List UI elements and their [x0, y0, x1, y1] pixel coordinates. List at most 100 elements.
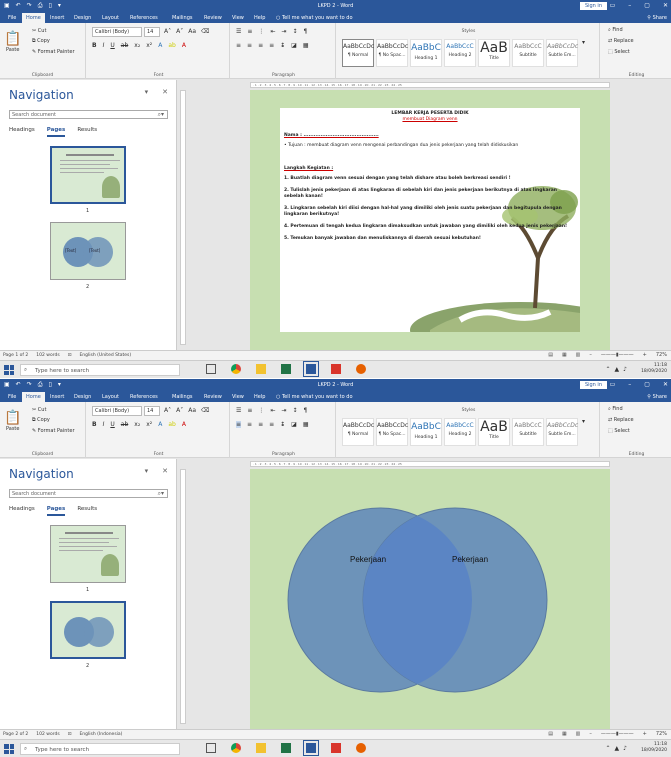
- tab-results[interactable]: Results: [77, 127, 97, 135]
- chrome-icon[interactable]: [231, 743, 241, 753]
- language-label[interactable]: English (United States): [79, 353, 131, 358]
- tab-mailings[interactable]: Mailings: [168, 392, 197, 402]
- taskbar-search-input[interactable]: ⌕ Type here to search: [20, 364, 180, 376]
- share-button[interactable]: ⚲ Share: [647, 394, 667, 400]
- bullets-icon[interactable]: ☰: [236, 407, 241, 414]
- style-heading-2[interactable]: AaBbCcC Heading 2: [444, 418, 476, 446]
- align-center-icon[interactable]: ≡: [247, 421, 252, 428]
- tab-review[interactable]: Review: [200, 13, 226, 23]
- zoom-slider[interactable]: ———▮———: [601, 352, 634, 358]
- share-button[interactable]: ⚲ Share: [647, 15, 667, 21]
- multilevel-icon[interactable]: ⋮: [258, 28, 264, 35]
- shading-icon[interactable]: ◪: [291, 42, 297, 49]
- highlight-icon[interactable]: ab: [168, 42, 176, 49]
- paste-button[interactable]: 📋 Paste: [4, 410, 21, 432]
- search-icon[interactable]: ⌕▾: [158, 111, 164, 119]
- pilcrow-icon[interactable]: ¶: [304, 28, 308, 35]
- underline-icon[interactable]: U: [110, 421, 114, 428]
- style-normal[interactable]: AaBbCcDc ¶ Normal: [342, 39, 374, 67]
- taskbar-search-input[interactable]: ⌕ Type here to search: [20, 743, 180, 755]
- tab-references[interactable]: References: [126, 392, 162, 402]
- windows-start-icon[interactable]: [4, 744, 14, 754]
- tab-help[interactable]: Help: [250, 392, 269, 402]
- font-name-select[interactable]: Calibri (Body): [92, 27, 142, 37]
- acrobat-icon[interactable]: [331, 364, 341, 374]
- firefox-icon[interactable]: [356, 364, 366, 374]
- sort-icon[interactable]: ↕: [292, 28, 297, 35]
- task-view-icon[interactable]: [206, 743, 216, 753]
- style-heading-1[interactable]: AaBbC Heading 1: [410, 418, 442, 446]
- maximize-icon[interactable]: ▢: [644, 381, 650, 388]
- tab-pages[interactable]: Pages: [46, 506, 66, 516]
- tab-references[interactable]: References: [126, 13, 162, 23]
- style-subtitle[interactable]: AaBbCcC Subtitle: [512, 418, 544, 446]
- replace-button[interactable]: ⇄ Replace: [608, 417, 634, 423]
- highlight-icon[interactable]: ab: [168, 421, 176, 428]
- grow-font-icon[interactable]: A˄: [164, 28, 171, 35]
- cut-button[interactable]: ✂ Cut: [32, 407, 46, 413]
- decrease-indent-icon[interactable]: ⇤: [270, 407, 275, 414]
- page-thumbnail-2[interactable]: [50, 601, 126, 659]
- tray-up-icon[interactable]: ⌃: [606, 745, 611, 752]
- pane-options-icon[interactable]: ▾: [145, 467, 149, 475]
- copy-button[interactable]: ⧉ Copy: [32, 417, 50, 423]
- tell-me-search[interactable]: ○ Tell me what you want to do: [272, 392, 357, 402]
- font-name-select[interactable]: Calibri (Body): [92, 406, 142, 416]
- tab-layout[interactable]: Layout: [98, 392, 123, 402]
- document-page-2[interactable]: Pekerjaan Pekerjaan: [250, 469, 610, 729]
- bold-icon[interactable]: B: [92, 42, 97, 49]
- word-count[interactable]: 102 words: [36, 353, 59, 358]
- font-size-select[interactable]: 14: [144, 27, 160, 37]
- tab-layout[interactable]: Layout: [98, 13, 123, 23]
- pane-options-icon[interactable]: ▾: [145, 88, 149, 96]
- sign-in-button[interactable]: Sign in: [579, 381, 607, 389]
- print-layout-icon[interactable]: ▦: [562, 352, 567, 358]
- find-button[interactable]: ⌕ Find: [608, 406, 623, 412]
- increase-indent-icon[interactable]: ⇥: [281, 28, 286, 35]
- proofing-icon[interactable]: ⊡: [68, 353, 72, 358]
- file-explorer-icon[interactable]: [256, 743, 266, 753]
- close-icon[interactable]: ✕: [663, 2, 668, 9]
- page-count[interactable]: Page 2 of 2: [3, 732, 28, 737]
- taskbar-clock[interactable]: 11:18 18/09/2020: [641, 363, 667, 375]
- task-view-icon[interactable]: [206, 364, 216, 374]
- zoom-slider[interactable]: ———▮———: [601, 731, 634, 737]
- search-document-input[interactable]: Search document ⌕▾: [9, 489, 168, 498]
- tab-view[interactable]: View: [228, 13, 248, 23]
- tab-design[interactable]: Design: [70, 392, 95, 402]
- vertical-ruler[interactable]: [180, 90, 186, 345]
- language-label[interactable]: English (Indonesia): [79, 732, 122, 737]
- close-pane-icon[interactable]: ✕: [162, 88, 168, 96]
- change-case-icon[interactable]: Aa: [188, 407, 196, 414]
- vertical-ruler[interactable]: [180, 469, 186, 724]
- font-color-icon[interactable]: A: [182, 42, 186, 49]
- tab-headings[interactable]: Headings: [9, 506, 35, 514]
- style-title[interactable]: AaB Title: [478, 39, 510, 67]
- style-no-spacing[interactable]: AaBbCcDc ¶ No Spac...: [376, 39, 408, 67]
- grow-font-icon[interactable]: A˄: [164, 407, 171, 414]
- tray-up-icon[interactable]: ⌃: [606, 366, 611, 373]
- document-page-1[interactable]: LEMBAR KERJA PESERTA DIDIK membuat Diagr…: [250, 90, 610, 350]
- zoom-out-icon[interactable]: –: [589, 352, 592, 358]
- tab-insert[interactable]: Insert: [46, 392, 68, 402]
- line-spacing-icon[interactable]: ↨: [280, 421, 285, 428]
- read-mode-icon[interactable]: ▤: [548, 352, 553, 358]
- copy-button[interactable]: ⧉ Copy: [32, 38, 50, 44]
- horizontal-ruler[interactable]: · 1 · 2 · 3 · 4 · 5 · 6 · 7 · 8 · 9 · 10…: [250, 461, 610, 467]
- tab-file[interactable]: File: [4, 13, 20, 23]
- tab-insert[interactable]: Insert: [46, 13, 68, 23]
- firefox-icon[interactable]: [356, 743, 366, 753]
- volume-icon[interactable]: ♪: [623, 366, 627, 373]
- close-pane-icon[interactable]: ✕: [162, 467, 168, 475]
- line-spacing-icon[interactable]: ↨: [280, 42, 285, 49]
- multilevel-icon[interactable]: ⋮: [258, 407, 264, 414]
- font-size-select[interactable]: 14: [144, 406, 160, 416]
- align-right-icon[interactable]: ≡: [258, 421, 263, 428]
- find-button[interactable]: ⌕ Find: [608, 27, 623, 33]
- shrink-font-icon[interactable]: A˅: [176, 28, 183, 35]
- volume-icon[interactable]: ♪: [623, 745, 627, 752]
- superscript-icon[interactable]: x²: [146, 421, 152, 428]
- zoom-in-icon[interactable]: +: [643, 731, 647, 737]
- web-layout-icon[interactable]: ▥: [576, 731, 581, 737]
- word-icon[interactable]: [303, 361, 319, 377]
